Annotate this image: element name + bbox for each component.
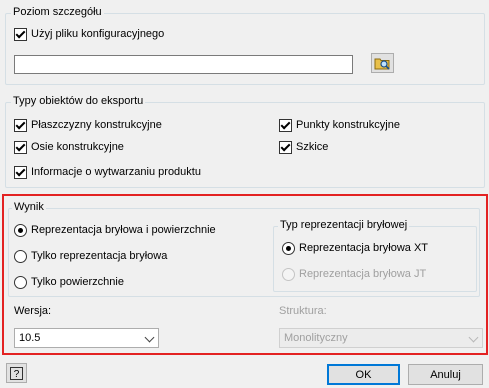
output-option-solid-only[interactable]: Tylko reprezentacja bryłowa [14, 250, 167, 263]
structure-label: Struktura: [279, 305, 327, 317]
sketches-label: Szkice [296, 141, 329, 153]
structure-select: Monolityczny [279, 328, 483, 348]
points-label: Punkty konstrukcyjne [296, 119, 400, 131]
solid-and-surfaces-label: Reprezentacja bryłowa i powierzchnie [31, 224, 216, 236]
chevron-down-icon [468, 332, 479, 343]
output-option-solid-and-surfaces[interactable]: Reprezentacja bryłowa i powierzchnie [14, 224, 216, 237]
cancel-label: Anuluj [430, 368, 461, 381]
ok-button[interactable]: OK [327, 364, 400, 385]
planes-check[interactable] [14, 119, 27, 132]
output-legend: Wynik [12, 201, 46, 214]
solid-rep-xt-radio[interactable] [282, 242, 295, 255]
sketches-check[interactable] [279, 141, 292, 154]
export-types-legend: Typy obiektów do eksportu [11, 95, 146, 108]
solid-rep-legend: Typ reprezentacji bryłowej [278, 219, 410, 232]
use-config-file-check[interactable] [14, 28, 27, 41]
planes-label: Płaszczyzny konstrukcyjne [31, 119, 162, 131]
structure-value: Monolityczny [284, 332, 348, 344]
svg-text:?: ? [14, 369, 20, 380]
points-check[interactable] [279, 119, 292, 132]
solid-rep-option-jt: Reprezentacja bryłowa JT [282, 268, 426, 281]
pmi-label: Informacje o wytwarzaniu produktu [31, 166, 201, 178]
surfaces-only-radio[interactable] [14, 276, 27, 289]
detail-level-legend: Poziom szczegółu [11, 6, 104, 19]
export-item-sketches[interactable]: Szkice [279, 141, 328, 154]
axes-check[interactable] [14, 141, 27, 154]
solid-only-radio[interactable] [14, 250, 27, 263]
export-item-axes[interactable]: Osie konstrukcyjne [14, 141, 124, 154]
browse-folder-icon [374, 58, 390, 70]
version-value: 10.5 [19, 332, 41, 344]
solid-rep-jt-label: Reprezentacja bryłowa JT [299, 268, 427, 280]
help-icon: ? [10, 366, 23, 380]
output-option-surfaces-only[interactable]: Tylko powierzchnie [14, 276, 124, 289]
surfaces-only-label: Tylko powierzchnie [31, 276, 124, 288]
version-label: Wersja: [14, 305, 52, 317]
axes-label: Osie konstrukcyjne [31, 141, 124, 153]
solid-only-label: Tylko reprezentacja bryłowa [31, 250, 168, 262]
use-config-file-checkbox[interactable]: Użyj pliku konfiguracyjnego [14, 28, 164, 41]
solid-and-surfaces-radio[interactable] [14, 224, 27, 237]
export-item-planes[interactable]: Płaszczyzny konstrukcyjne [14, 119, 162, 132]
solid-rep-option-xt[interactable]: Reprezentacja bryłowa XT [282, 242, 428, 255]
solid-rep-jt-radio [282, 268, 295, 281]
solid-rep-xt-label: Reprezentacja bryłowa XT [299, 242, 429, 254]
export-item-pmi[interactable]: Informacje o wytwarzaniu produktu [14, 166, 201, 179]
export-item-points[interactable]: Punkty konstrukcyjne [279, 119, 400, 132]
solid-rep-group [273, 226, 477, 292]
use-config-file-label: Użyj pliku konfiguracyjnego [31, 28, 165, 40]
chevron-down-icon [144, 332, 155, 343]
ok-label: OK [355, 368, 372, 381]
help-button[interactable]: ? [6, 363, 27, 383]
config-path-input[interactable] [14, 55, 353, 74]
detail-level-group [5, 13, 485, 85]
browse-button[interactable] [371, 53, 394, 73]
cancel-button[interactable]: Anuluj [408, 364, 483, 385]
version-select[interactable]: 10.5 [14, 328, 159, 348]
pmi-check[interactable] [14, 166, 27, 179]
